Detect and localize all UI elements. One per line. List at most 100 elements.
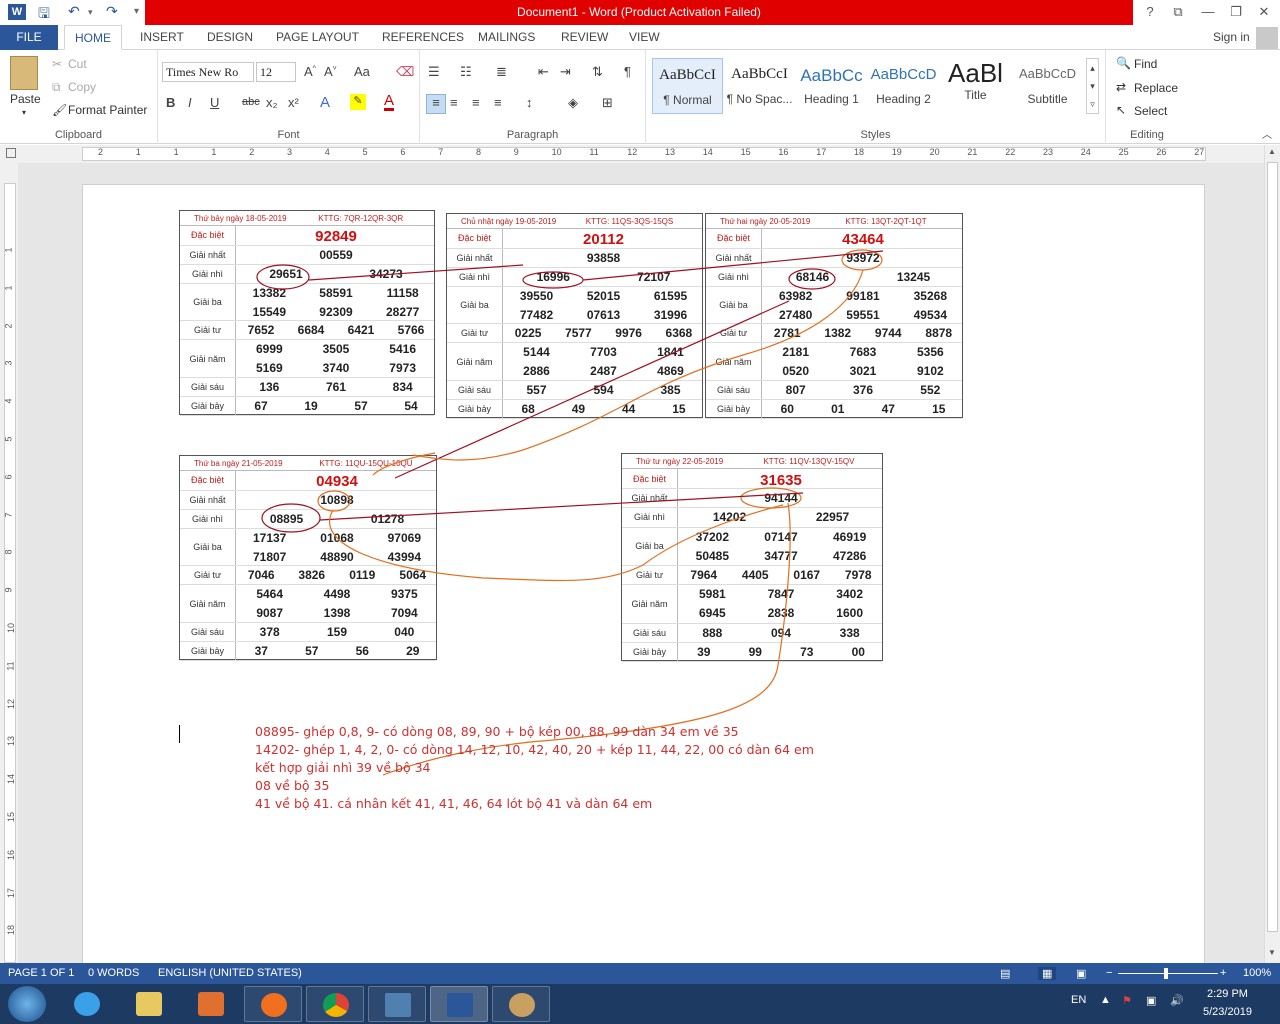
align-center-icon[interactable]: ≡ (450, 95, 458, 110)
text-effects-icon[interactable]: A (320, 94, 330, 111)
sort-icon[interactable]: ⇅ (592, 64, 603, 80)
zoom-slider[interactable] (1118, 973, 1218, 974)
tab-mailings[interactable]: MAILINGS (468, 25, 545, 50)
tab-design[interactable]: DESIGN (197, 25, 263, 50)
tab-selector-icon[interactable] (6, 148, 16, 158)
shading-icon[interactable]: ◈ (568, 95, 578, 111)
scroll-up-icon[interactable]: ▲ (1268, 147, 1276, 156)
style-heading-2[interactable]: AaBbCcD Heading 2 (868, 58, 939, 114)
collapse-ribbon-icon[interactable]: ︿ (1262, 126, 1272, 141)
zoom-in-button[interactable]: + (1220, 967, 1226, 979)
read-mode-icon[interactable]: ▤ (1000, 967, 1010, 980)
help-button[interactable]: ? (1138, 2, 1162, 22)
taskbar-ie[interactable] (58, 986, 116, 1022)
shrink-font-icon[interactable]: A˅ (324, 64, 337, 79)
bold-button[interactable]: B (166, 95, 175, 110)
multilevel-list-icon[interactable]: ≣ (496, 64, 507, 80)
volume-icon[interactable]: 🔊 (1170, 994, 1184, 1007)
save-icon[interactable]: 🖫 (38, 3, 50, 27)
font-color-icon[interactable]: A (384, 93, 395, 111)
font-name-box[interactable]: Times New Ro (162, 62, 254, 82)
style-no-spacing[interactable]: AaBbCcI ¶ No Spac... (724, 58, 795, 114)
scroll-down-icon[interactable]: ▼ (1268, 948, 1276, 957)
zoom-out-button[interactable]: − (1106, 967, 1112, 979)
paste-dropdown-icon[interactable]: ▾ (22, 108, 26, 117)
tab-home[interactable]: HOME (64, 25, 122, 50)
format-painter-button[interactable]: Format Painter (68, 103, 147, 117)
replace-icon[interactable]: ⇄ (1116, 80, 1126, 94)
language-tray[interactable]: EN (1071, 994, 1086, 1006)
italic-button[interactable]: I (188, 95, 192, 110)
cut-button[interactable]: Cut (68, 57, 87, 71)
find-icon[interactable]: 🔍 (1116, 56, 1131, 70)
show-formatting-icon[interactable]: ¶ (624, 64, 631, 79)
highlight-icon[interactable]: ✎ (350, 94, 366, 110)
superscript-button[interactable]: x² (288, 95, 299, 110)
subscript-button[interactable]: x₂ (266, 95, 278, 110)
start-button[interactable] (8, 986, 46, 1022)
change-case-button[interactable]: Aa (354, 64, 370, 79)
find-button[interactable]: Find (1134, 57, 1157, 71)
user-avatar-icon[interactable] (1256, 27, 1278, 49)
document-area[interactable]: Thứ bảy ngày 18-05-2019 KTTG: 7QR-12QR-3Q… (18, 163, 1264, 963)
tab-review[interactable]: REVIEW (551, 25, 618, 50)
taskbar-photos[interactable] (368, 986, 426, 1022)
style-normal[interactable]: AaBbCcI ¶ Normal (652, 58, 723, 114)
language-indicator[interactable]: ENGLISH (UNITED STATES) (158, 967, 302, 979)
taskbar-word[interactable] (430, 986, 488, 1022)
page-count[interactable]: PAGE 1 OF 1 (8, 967, 74, 979)
numbering-icon[interactable]: ☷ (460, 64, 472, 80)
taskbar-firefox[interactable] (244, 986, 302, 1022)
align-left-icon[interactable]: ≡ (426, 94, 446, 114)
align-right-icon[interactable]: ≡ (472, 95, 480, 110)
grow-font-icon[interactable]: A^ (304, 64, 316, 79)
tab-file[interactable]: FILE (0, 25, 58, 50)
customize-qat-icon[interactable]: ▾ (134, 6, 139, 17)
tab-view[interactable]: VIEW (619, 25, 670, 50)
zoom-slider-thumb[interactable] (1164, 968, 1168, 979)
style-subtitle[interactable]: AaBbCcD Subtitle (1012, 58, 1083, 114)
line-spacing-icon[interactable]: ↕ (526, 95, 533, 110)
zoom-level[interactable]: 100% (1243, 967, 1271, 979)
select-icon[interactable]: ↖ (1116, 103, 1126, 117)
word-app-icon[interactable]: W (8, 4, 26, 20)
redo-icon[interactable]: ↷ (106, 3, 118, 20)
vertical-ruler[interactable]: 112345678910111213141516171819 (0, 163, 18, 973)
copy-button[interactable]: Copy (68, 80, 96, 94)
replace-button[interactable]: Replace (1134, 81, 1178, 95)
borders-icon[interactable]: ⊞ (602, 95, 613, 111)
document-page[interactable]: Thứ bảy ngày 18-05-2019 KTTG: 7QR-12QR-3Q… (82, 184, 1205, 963)
select-button[interactable]: Select (1134, 104, 1167, 118)
underline-button[interactable]: U (210, 95, 219, 110)
paste-button[interactable]: Paste (10, 92, 41, 106)
vertical-scrollbar[interactable]: ▲ ▼ (1264, 145, 1280, 963)
paste-icon[interactable] (10, 56, 38, 90)
word-count[interactable]: 0 WORDS (88, 967, 139, 979)
taskbar-explorer[interactable] (120, 986, 178, 1022)
taskbar-paint[interactable] (492, 986, 550, 1022)
undo-dropdown-icon[interactable]: ▾ (88, 7, 93, 18)
justify-icon[interactable]: ≡ (494, 95, 502, 110)
close-button[interactable]: ✕ (1252, 2, 1276, 22)
font-size-box[interactable]: 12 (256, 62, 296, 82)
cut-icon[interactable]: ✂ (52, 57, 62, 71)
style-heading-1[interactable]: AaBbCc Heading 1 (796, 58, 867, 114)
tab-page-layout[interactable]: PAGE LAYOUT (266, 25, 369, 50)
print-layout-icon[interactable]: ▦ (1038, 967, 1057, 980)
decrease-indent-icon[interactable]: ⇤ (538, 64, 549, 80)
tab-insert[interactable]: INSERT (130, 25, 194, 50)
web-layout-icon[interactable]: ▣ (1076, 967, 1086, 980)
increase-indent-icon[interactable]: ⇥ (560, 64, 571, 80)
copy-icon[interactable]: ⧉ (52, 80, 61, 95)
action-center-icon[interactable]: ⚑ (1122, 994, 1132, 1007)
notes-text[interactable]: 08895- ghép 0,8, 9- có dòng 08, 89, 90 +… (255, 723, 814, 813)
bullets-icon[interactable]: ☰ (428, 64, 440, 80)
horizontal-ruler[interactable]: 2 1 1 1 2 3 4 5 6 7 8 9 10 11 12 13 14 15 16 17 18 19 20 21 22 23… (0, 145, 1264, 163)
scroll-thumb[interactable] (1267, 162, 1278, 932)
maximize-button[interactable]: ❐ (1224, 2, 1248, 22)
show-hidden-icons-icon[interactable]: ▲ (1100, 994, 1111, 1006)
taskbar-media[interactable] (182, 986, 240, 1022)
tab-references[interactable]: REFERENCES (372, 25, 474, 50)
clock-date[interactable]: 5/23/2019 (1203, 1006, 1252, 1018)
styles-scroll-icon[interactable]: ▴ ▾ ▿ (1086, 58, 1099, 114)
